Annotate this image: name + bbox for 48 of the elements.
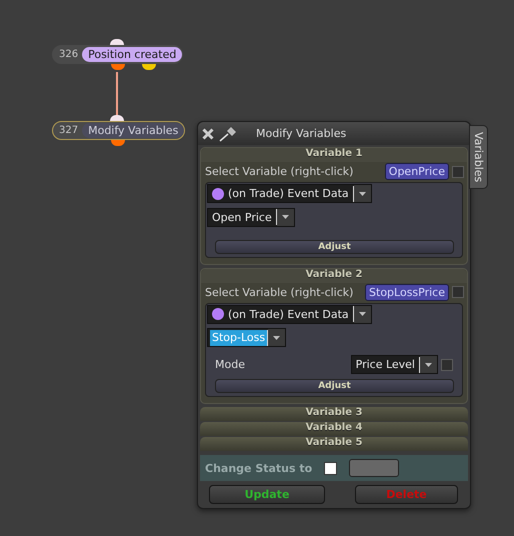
dropdown[interactable]: Price Level <box>350 355 438 374</box>
output-pin-icon[interactable] <box>111 64 125 70</box>
status-field[interactable] <box>349 459 400 477</box>
caret-icon <box>273 336 280 340</box>
flow-node[interactable]: 326 Position created <box>52 45 184 64</box>
caret-icon <box>358 312 366 316</box>
section-header[interactable]: Variable 2 <box>201 268 467 282</box>
section-header[interactable]: Variable 4 <box>200 422 468 436</box>
node-number: 327 <box>58 125 80 136</box>
caret-icon <box>282 215 289 219</box>
update-button[interactable]: Update <box>209 485 325 504</box>
section-header[interactable]: Variable 1 <box>201 148 467 162</box>
dropdown-value: Price Level <box>356 358 415 371</box>
mode-label: Mode <box>215 358 246 371</box>
window-title: Modify Variables <box>256 127 346 140</box>
close-icon[interactable] <box>202 128 214 140</box>
flow-node[interactable]: 327 Modify Variables <box>52 121 186 140</box>
dropdown[interactable]: (on Trade) Event Data <box>207 184 372 203</box>
connector-line <box>116 72 118 117</box>
variable-name-tag[interactable]: OpenPrice <box>384 163 449 180</box>
status-label: Change Status to <box>205 462 312 474</box>
checkbox[interactable] <box>324 462 338 474</box>
circle-icon <box>212 308 224 320</box>
input-pin-icon[interactable] <box>110 39 124 45</box>
node-number: 326 <box>58 49 80 60</box>
section-header[interactable]: Variable 5 <box>200 437 468 451</box>
node-label: Modify Variables <box>82 123 184 138</box>
section-header[interactable]: Variable 3 <box>200 407 468 421</box>
dropdown[interactable]: (on Trade) Event Data <box>207 304 372 324</box>
dropdown-value: Open Price <box>212 210 272 224</box>
circle-icon <box>212 188 224 200</box>
side-tab[interactable]: Variables <box>469 125 488 189</box>
dropdown[interactable]: Stop-Loss <box>207 328 286 347</box>
output-pin-icon[interactable] <box>142 64 156 70</box>
input-pin-icon[interactable] <box>110 115 124 121</box>
adjust-button[interactable]: Adjust <box>215 240 454 254</box>
adjust-button[interactable]: Adjust <box>215 379 454 393</box>
dropdown-value: (on Trade) Event Data <box>228 308 349 320</box>
dropdown-value: Stop-Loss <box>212 331 266 344</box>
caret-icon <box>425 362 432 366</box>
node-label: Position created <box>82 47 182 62</box>
variable-name-tag[interactable]: StopLossPrice <box>365 284 449 300</box>
caret-icon <box>358 192 366 196</box>
select-label: Select Variable (right-click) <box>205 286 354 298</box>
select-label: Select Variable (right-click) <box>205 165 354 178</box>
output-pin-icon[interactable] <box>111 140 125 146</box>
dropdown[interactable]: Open Price <box>207 208 295 226</box>
dropdown-value: (on Trade) Event Data <box>228 187 349 200</box>
